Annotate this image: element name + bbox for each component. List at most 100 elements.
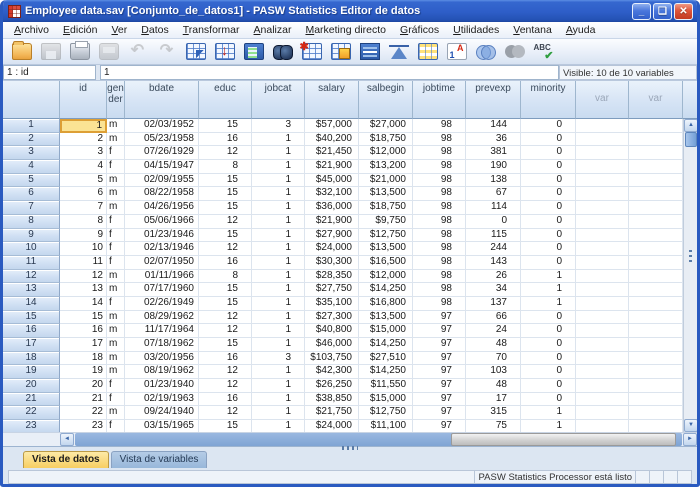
cell-minority[interactable]: 0 bbox=[521, 229, 576, 243]
cell-minority[interactable]: 1 bbox=[521, 270, 576, 284]
cell-prevexp[interactable]: 67 bbox=[466, 187, 521, 201]
cell-salbegin[interactable]: $12,000 bbox=[359, 270, 413, 284]
menu-item[interactable]: Edición bbox=[56, 23, 104, 38]
minimize-button[interactable]: _ bbox=[632, 3, 651, 20]
cell-id[interactable]: 16 bbox=[60, 324, 107, 338]
cell-id[interactable]: 19 bbox=[60, 365, 107, 379]
cell-prevexp[interactable]: 48 bbox=[466, 338, 521, 352]
cell-var-2[interactable] bbox=[629, 215, 683, 229]
cell-id[interactable]: 2 bbox=[60, 133, 107, 147]
cell-jobtime[interactable]: 98 bbox=[413, 187, 466, 201]
cell-minority[interactable]: 1 bbox=[521, 283, 576, 297]
column-header-var-2[interactable]: var bbox=[629, 81, 683, 119]
cell-var-1[interactable] bbox=[576, 338, 629, 352]
cell-bdate[interactable]: 08/22/1958 bbox=[125, 187, 199, 201]
cell-var-1[interactable] bbox=[576, 270, 629, 284]
cell-minority[interactable]: 0 bbox=[521, 133, 576, 147]
cell-prevexp[interactable]: 0 bbox=[466, 215, 521, 229]
row-number[interactable]: 12 bbox=[3, 270, 60, 284]
cell-var-1[interactable] bbox=[576, 311, 629, 325]
cell-jobcat[interactable]: 1 bbox=[252, 160, 305, 174]
cell-var-2[interactable] bbox=[629, 297, 683, 311]
corner-header-cell[interactable] bbox=[3, 81, 60, 119]
cell-jobtime[interactable]: 97 bbox=[413, 379, 466, 393]
cell-prevexp[interactable]: 190 bbox=[466, 160, 521, 174]
cell-jobcat[interactable]: 1 bbox=[252, 393, 305, 407]
cell-gender[interactable]: f bbox=[107, 420, 125, 432]
cell-jobtime[interactable]: 98 bbox=[413, 229, 466, 243]
cell-prevexp[interactable]: 315 bbox=[466, 406, 521, 420]
cell-salary[interactable]: $57,000 bbox=[305, 119, 359, 133]
cell-salary[interactable]: $28,350 bbox=[305, 270, 359, 284]
cell-bdate[interactable]: 01/23/1946 bbox=[125, 229, 199, 243]
cell-educ[interactable]: 12 bbox=[199, 365, 252, 379]
cell-minority[interactable]: 1 bbox=[521, 420, 576, 432]
cell-prevexp[interactable]: 381 bbox=[466, 146, 521, 160]
menu-item[interactable]: Marketing directo bbox=[298, 23, 393, 38]
cell-jobcat[interactable]: 1 bbox=[252, 283, 305, 297]
cell-bdate[interactable]: 08/19/1962 bbox=[125, 365, 199, 379]
cell-salary[interactable]: $36,000 bbox=[305, 201, 359, 215]
cell-bdate[interactable]: 02/19/1963 bbox=[125, 393, 199, 407]
cell-jobtime[interactable]: 98 bbox=[413, 242, 466, 256]
vertical-scrollbar-thumb[interactable] bbox=[685, 132, 697, 147]
cell-educ[interactable]: 12 bbox=[199, 215, 252, 229]
cell-salary[interactable]: $27,750 bbox=[305, 283, 359, 297]
horizontal-scrollbar[interactable]: ◄ ► bbox=[3, 432, 697, 446]
cell-jobcat[interactable]: 1 bbox=[252, 324, 305, 338]
cell-minority[interactable]: 0 bbox=[521, 146, 576, 160]
cell-jobtime[interactable]: 98 bbox=[413, 283, 466, 297]
cell-educ[interactable]: 15 bbox=[199, 201, 252, 215]
cell-salary[interactable]: $24,000 bbox=[305, 242, 359, 256]
cell-salbegin[interactable]: $13,200 bbox=[359, 160, 413, 174]
cell-educ[interactable]: 12 bbox=[199, 324, 252, 338]
scroll-right-arrow-icon[interactable]: ► bbox=[683, 433, 697, 446]
cell-minority[interactable]: 0 bbox=[521, 324, 576, 338]
cell-id[interactable]: 13 bbox=[60, 283, 107, 297]
cell-educ[interactable]: 15 bbox=[199, 229, 252, 243]
cell-var-2[interactable] bbox=[629, 352, 683, 366]
cell-bdate[interactable]: 07/18/1962 bbox=[125, 338, 199, 352]
cell-id[interactable]: 17 bbox=[60, 338, 107, 352]
cell-minority[interactable]: 0 bbox=[521, 160, 576, 174]
tab-variable-view[interactable]: Vista de variables bbox=[111, 451, 208, 468]
cell-salary[interactable]: $35,100 bbox=[305, 297, 359, 311]
cell-minority[interactable]: 1 bbox=[521, 297, 576, 311]
cell-bdate[interactable]: 07/17/1960 bbox=[125, 283, 199, 297]
cell-jobcat[interactable]: 1 bbox=[252, 420, 305, 432]
weight-cases-button[interactable] bbox=[385, 40, 412, 63]
cell-educ[interactable]: 8 bbox=[199, 270, 252, 284]
cell-var-2[interactable] bbox=[629, 256, 683, 270]
cell-reference-box[interactable]: 1 : id bbox=[3, 65, 96, 80]
cell-prevexp[interactable]: 17 bbox=[466, 393, 521, 407]
cell-prevexp[interactable]: 138 bbox=[466, 174, 521, 188]
scroll-down-arrow-icon[interactable]: ▼ bbox=[684, 419, 697, 432]
cell-prevexp[interactable]: 143 bbox=[466, 256, 521, 270]
cell-var-1[interactable] bbox=[576, 187, 629, 201]
cell-salbegin[interactable]: $14,250 bbox=[359, 283, 413, 297]
row-number[interactable]: 23 bbox=[3, 420, 60, 432]
cell-jobtime[interactable]: 98 bbox=[413, 133, 466, 147]
print-button[interactable] bbox=[66, 40, 93, 63]
cell-var-1[interactable] bbox=[576, 201, 629, 215]
pane-splitter-dots[interactable] bbox=[689, 250, 692, 262]
select-cases-button[interactable] bbox=[414, 40, 441, 63]
cell-salbegin[interactable]: $13,500 bbox=[359, 187, 413, 201]
row-number[interactable]: 15 bbox=[3, 311, 60, 325]
cell-bdate[interactable]: 09/24/1940 bbox=[125, 406, 199, 420]
cell-gender[interactable]: f bbox=[107, 160, 125, 174]
cell-educ[interactable]: 12 bbox=[199, 311, 252, 325]
column-header-bdate[interactable]: bdate bbox=[125, 81, 199, 119]
cell-minority[interactable]: 0 bbox=[521, 242, 576, 256]
cell-salbegin[interactable]: $13,500 bbox=[359, 311, 413, 325]
cell-salary[interactable]: $103,750 bbox=[305, 352, 359, 366]
cell-var-2[interactable] bbox=[629, 338, 683, 352]
row-number[interactable]: 2 bbox=[3, 133, 60, 147]
cell-id[interactable]: 10 bbox=[60, 242, 107, 256]
cell-minority[interactable]: 0 bbox=[521, 256, 576, 270]
cell-salbegin[interactable]: $18,750 bbox=[359, 133, 413, 147]
value-labels-button[interactable] bbox=[443, 40, 470, 63]
cell-minority[interactable]: 0 bbox=[521, 311, 576, 325]
goto-case-button[interactable] bbox=[182, 40, 209, 63]
cell-var-2[interactable] bbox=[629, 242, 683, 256]
